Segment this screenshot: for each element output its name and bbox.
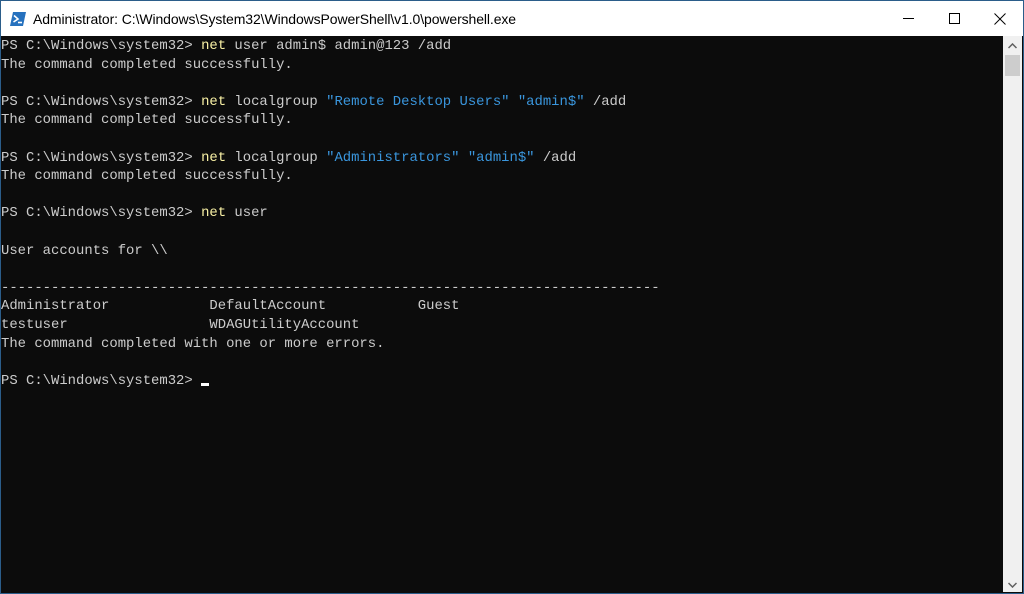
output-line: The command completed successfully.	[1, 112, 293, 129]
scroll-up-button[interactable]	[1003, 36, 1022, 53]
close-icon	[994, 12, 1006, 25]
output-line: testuser WDAGUtilityAccount	[1, 316, 360, 333]
title-bar[interactable]: Administrator: C:\Windows\System32\Windo…	[1, 1, 1023, 36]
close-button[interactable]	[977, 1, 1023, 36]
minimize-icon	[902, 13, 914, 24]
command-name: net	[201, 149, 227, 166]
command-line: PS C:\Windows\system32> net localgroup "…	[1, 149, 1003, 168]
command-arg: user admin$ admin@123 /add	[226, 38, 452, 54]
command-name: net	[201, 93, 227, 110]
command-string-arg: "Administrators"	[326, 149, 460, 166]
maximize-icon	[948, 13, 960, 24]
maximize-button[interactable]	[931, 1, 977, 36]
command-string-arg: "admin$"	[467, 149, 535, 166]
output-line: The command completed successfully.	[1, 168, 293, 185]
prompt-line: PS C:\Windows\system32>	[1, 372, 1003, 391]
command-arg	[510, 94, 518, 110]
output-line: The command completed successfully.	[1, 56, 293, 73]
output-line: ----------------------------------------…	[1, 279, 660, 296]
console-output[interactable]: PS C:\Windows\system32> net user admin$ …	[1, 36, 1003, 593]
minimize-button[interactable]	[885, 1, 931, 36]
window-title: Administrator: C:\Windows\System32\Windo…	[33, 10, 516, 27]
prompt-text: PS C:\Windows\system32>	[1, 93, 202, 110]
command-name: net	[201, 38, 227, 54]
command-arg	[459, 150, 467, 166]
command-arg: localgroup	[226, 149, 327, 166]
window-controls	[885, 1, 1023, 36]
vertical-scrollbar[interactable]	[1003, 36, 1022, 592]
output-line: Administrator DefaultAccount Guest	[1, 298, 460, 315]
chevron-up-icon	[1007, 36, 1018, 54]
command-line: PS C:\Windows\system32> net user	[1, 204, 1003, 223]
command-line: PS C:\Windows\system32> net localgroup "…	[1, 93, 1003, 112]
scroll-down-button[interactable]	[1003, 575, 1022, 592]
command-arg: localgroup	[226, 93, 327, 110]
prompt-text: PS C:\Windows\system32>	[1, 205, 202, 222]
command-arg: user	[226, 205, 268, 222]
command-string-arg: "admin$"	[517, 93, 585, 110]
command-arg: /add	[534, 149, 577, 166]
prompt-text: PS C:\Windows\system32>	[1, 149, 202, 166]
prompt-text: PS C:\Windows\system32>	[1, 38, 202, 54]
scrollbar-thumb[interactable]	[1005, 55, 1020, 76]
powershell-icon	[10, 11, 26, 27]
output-line: User accounts for \\	[1, 242, 168, 259]
powershell-window: Administrator: C:\Windows\System32\Windo…	[0, 0, 1024, 594]
text-cursor	[201, 382, 210, 386]
command-name: net	[201, 205, 227, 222]
prompt-text: PS C:\Windows\system32>	[1, 372, 202, 389]
chevron-down-icon	[1007, 575, 1018, 593]
command-string-arg: "Remote Desktop Users"	[326, 93, 510, 110]
command-arg: /add	[584, 93, 627, 110]
command-line: PS C:\Windows\system32> net user admin$ …	[1, 37, 1003, 56]
output-line: The command completed with one or more e…	[1, 335, 385, 352]
